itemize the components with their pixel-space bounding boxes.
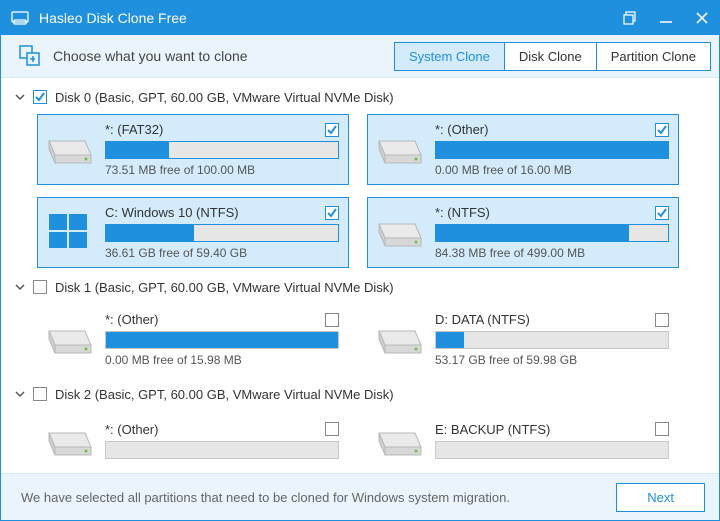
disk-label: Disk 2 (Basic, GPT, 60.00 GB, VMware Vir… (55, 387, 394, 402)
free-space-text: 36.61 GB free of 59.40 GB (105, 246, 339, 260)
partition-title: *: (NTFS) (435, 205, 655, 220)
close-icon[interactable] (693, 9, 711, 27)
restore-icon[interactable] (621, 9, 639, 27)
titlebar: Hasleo Disk Clone Free (1, 1, 719, 35)
partition-list: *: (Other) 0.00 MB free of 15.98 MB D: DAT… (1, 302, 719, 379)
partition-title: E: BACKUP (NTFS) (435, 422, 655, 437)
partition-checkbox[interactable] (655, 123, 669, 137)
free-space-text: 53.17 GB free of 59.98 GB (435, 353, 669, 367)
drive-icon (375, 127, 425, 173)
partition-title: *: (Other) (105, 422, 325, 437)
partition-checkbox[interactable] (655, 422, 669, 436)
drive-icon (45, 419, 95, 465)
free-space-text: 73.51 MB free of 100.00 MB (105, 163, 339, 177)
partition-card[interactable]: E: BACKUP (NTFS) (367, 411, 679, 473)
partition-title: *: (FAT32) (105, 122, 325, 137)
partition-title: *: (Other) (105, 312, 325, 327)
app-logo-icon (11, 9, 29, 27)
partition-card[interactable]: C: Windows 10 (NTFS) 36.61 GB free of 59.… (37, 197, 349, 268)
chevron-down-icon[interactable] (11, 385, 29, 403)
disk-label: Disk 0 (Basic, GPT, 60.00 GB, VMware Vir… (55, 90, 394, 105)
tab-disk-clone[interactable]: Disk Clone (505, 43, 597, 70)
drive-icon (375, 317, 425, 363)
partition-checkbox[interactable] (325, 206, 339, 220)
usage-bar (435, 441, 669, 459)
partition-card[interactable]: *: (Other) (37, 411, 349, 473)
partition-list: *: (FAT32)73.51 MB free of 100.00 MB*: (… (1, 112, 719, 272)
next-button[interactable]: Next (616, 483, 705, 512)
clone-icon (19, 45, 41, 67)
tab-system-clone[interactable]: System Clone (395, 43, 505, 70)
drive-icon (45, 127, 95, 173)
usage-bar (105, 224, 339, 242)
partition-title: D: DATA (NTFS) (435, 312, 655, 327)
footer-bar: We have selected all partitions that nee… (1, 473, 719, 520)
partition-list: *: (Other) E: BACKUP (NTFS) (1, 409, 719, 473)
partition-card[interactable]: *: (Other) 0.00 MB free of 16.00 MB (367, 114, 679, 185)
disk-header[interactable]: Disk 1 (Basic, GPT, 60.00 GB, VMware Vir… (1, 272, 719, 302)
action-bar: Choose what you want to clone System Clo… (1, 35, 719, 78)
drive-icon (375, 419, 425, 465)
usage-bar (105, 331, 339, 349)
free-space-text: 0.00 MB free of 15.98 MB (105, 353, 339, 367)
mode-tabs: System Clone Disk Clone Partition Clone (394, 42, 711, 71)
windows-icon (45, 210, 95, 256)
partition-checkbox[interactable] (655, 313, 669, 327)
action-prompt: Choose what you want to clone (53, 48, 394, 64)
partition-card[interactable]: D: DATA (NTFS) 53.17 GB free of 59.98 GB (367, 304, 679, 375)
usage-bar (435, 224, 669, 242)
disk-checkbox[interactable] (33, 280, 47, 294)
drive-icon (45, 317, 95, 363)
disk-header[interactable]: Disk 2 (Basic, GPT, 60.00 GB, VMware Vir… (1, 379, 719, 409)
partition-card[interactable]: *: (FAT32) 73.51 MB free of 100.00 MB (37, 114, 349, 185)
tab-partition-clone[interactable]: Partition Clone (597, 43, 710, 70)
partition-checkbox[interactable] (325, 422, 339, 436)
chevron-down-icon[interactable] (11, 278, 29, 296)
partition-checkbox[interactable] (325, 313, 339, 327)
free-space-text: 84.38 MB free of 499.00 MB (435, 246, 669, 260)
minimize-icon[interactable] (657, 9, 675, 27)
usage-bar (105, 441, 339, 459)
partition-checkbox[interactable] (325, 123, 339, 137)
disk-checkbox[interactable] (33, 387, 47, 401)
usage-bar (105, 141, 339, 159)
disk-checkbox[interactable] (33, 90, 47, 104)
disk-list[interactable]: Disk 0 (Basic, GPT, 60.00 GB, VMware Vir… (1, 78, 719, 473)
usage-bar (435, 331, 669, 349)
free-space-text: 0.00 MB free of 16.00 MB (435, 163, 669, 177)
partition-title: *: (Other) (435, 122, 655, 137)
partition-checkbox[interactable] (655, 206, 669, 220)
partition-title: C: Windows 10 (NTFS) (105, 205, 325, 220)
status-text: We have selected all partitions that nee… (21, 490, 616, 505)
drive-icon (375, 210, 425, 256)
disk-label: Disk 1 (Basic, GPT, 60.00 GB, VMware Vir… (55, 280, 394, 295)
partition-card[interactable]: *: (Other) 0.00 MB free of 15.98 MB (37, 304, 349, 375)
usage-bar (435, 141, 669, 159)
chevron-down-icon[interactable] (11, 88, 29, 106)
window-title: Hasleo Disk Clone Free (39, 10, 621, 26)
disk-header[interactable]: Disk 0 (Basic, GPT, 60.00 GB, VMware Vir… (1, 82, 719, 112)
partition-card[interactable]: *: (NTFS) 84.38 MB free of 499.00 MB (367, 197, 679, 268)
